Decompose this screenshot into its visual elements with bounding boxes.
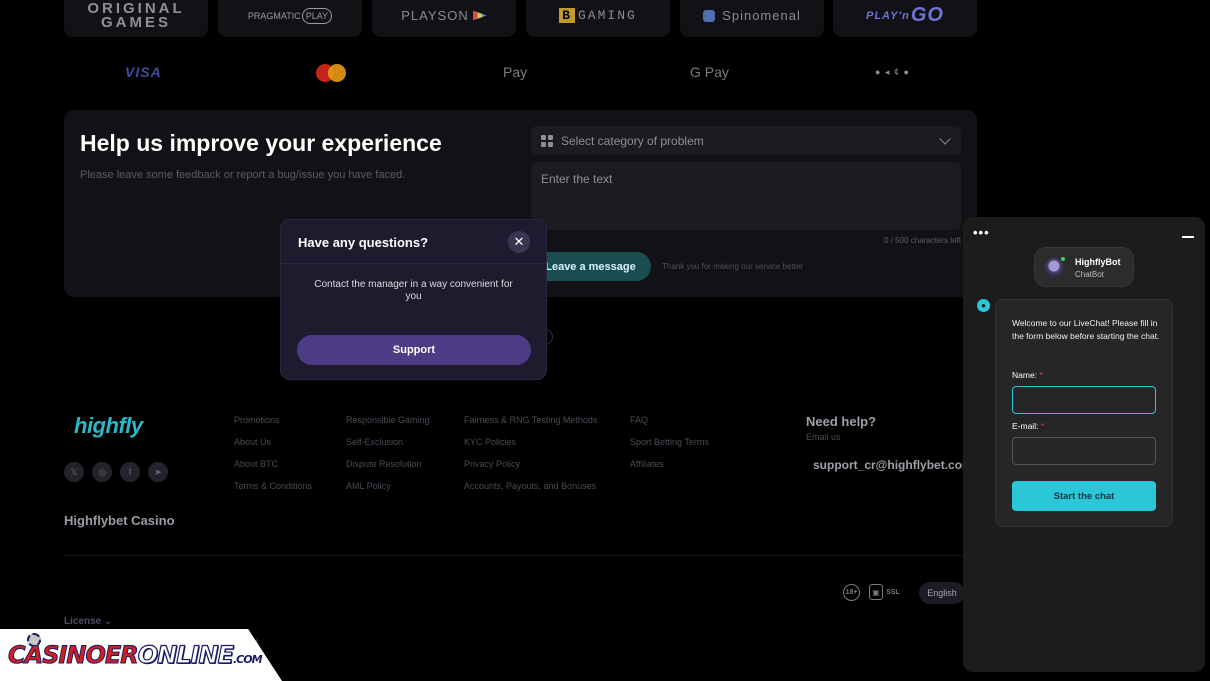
- license-toggle[interactable]: License ⌄: [64, 616, 112, 627]
- footer-column-1: Promotions About Us About BTC Terms & Co…: [234, 415, 312, 503]
- bot-name: HighflyBot: [1075, 257, 1121, 267]
- name-label: Name: *: [1012, 370, 1043, 380]
- casinoeronline-watermark: CASINOERONLINE.COM: [0, 629, 282, 681]
- footer-link[interactable]: Promotions: [234, 415, 312, 437]
- divider: [281, 263, 546, 264]
- x-twitter-icon[interactable]: 𝕏: [64, 462, 84, 482]
- google-pay-logo: G Pay: [690, 64, 729, 80]
- footer-link[interactable]: About Us: [234, 437, 312, 459]
- footer-link[interactable]: Responsible Gaming: [346, 415, 430, 437]
- footer-column-2: Responsible Gaming Self-Exclusion Disput…: [346, 415, 430, 503]
- provider-name: PLAY: [301, 7, 333, 24]
- provider-pragmatic[interactable]: PRAGMATIC PLAY: [218, 0, 362, 37]
- provider-name: GAMING: [578, 8, 637, 23]
- social-links: 𝕏 ◎ f ➤: [64, 462, 168, 482]
- modal-title: Have any questions?: [298, 235, 429, 250]
- footer-link[interactable]: Terms & Conditions: [234, 481, 312, 503]
- support-button[interactable]: Support: [297, 335, 531, 365]
- provider-playngo[interactable]: PLAY'n GO: [833, 0, 977, 37]
- provider-name: GAMES: [100, 13, 171, 31]
- feedback-thanks-text: Thank you for making our service better: [662, 262, 803, 271]
- provider-original-games[interactable]: ORIGINAL GAMES: [64, 0, 208, 37]
- feedback-textarea[interactable]: Enter the text: [531, 162, 961, 230]
- provider-name: PLAYSON: [401, 8, 469, 23]
- brand-name: Highflybet Casino: [64, 513, 175, 528]
- playson-logo-icon: [472, 10, 487, 21]
- facebook-icon[interactable]: f: [120, 462, 140, 482]
- welcome-message: Welcome to our LiveChat! Please fill in …: [1012, 318, 1160, 341]
- support-email: support_cr@highflybet.com: [813, 458, 964, 472]
- feedback-subtitle: Please leave some feedback or report a b…: [80, 169, 406, 181]
- mastercard-logo-icon: [316, 64, 346, 82]
- character-counter: 0 / 500 characters left: [884, 236, 961, 245]
- online-status-icon: [1060, 256, 1066, 262]
- prechat-form: Welcome to our LiveChat! Please fill in …: [995, 299, 1173, 527]
- age-restriction-badge: 18+: [843, 584, 860, 601]
- close-icon[interactable]: ✕: [508, 231, 530, 253]
- livechat-widget: ••• HighflyBot ChatBot ● Welcome to our …: [963, 217, 1205, 672]
- visa-logo: VISA: [125, 64, 162, 80]
- apple-pay-logo: Pay: [503, 64, 528, 80]
- highfly-logo[interactable]: highfly: [74, 413, 143, 439]
- ssl-label: SSL: [886, 588, 900, 596]
- provider-playson[interactable]: PLAYSON: [372, 0, 516, 37]
- modal-text: Contact the manager in a way convenient …: [314, 279, 513, 302]
- footer-column-3: Fairness & RNG Testing Methods KYC Polic…: [464, 415, 597, 503]
- footer-link[interactable]: FAQ: [630, 415, 709, 437]
- start-chat-button[interactable]: Start the chat: [1012, 481, 1156, 511]
- footer-divider: [64, 555, 964, 556]
- spinomenal-logo-icon: [703, 9, 716, 22]
- category-placeholder: Select category of problem: [561, 133, 704, 148]
- email-field[interactable]: [1012, 437, 1156, 465]
- bot-header: HighflyBot ChatBot: [1034, 247, 1134, 287]
- more-options-icon[interactable]: •••: [973, 225, 990, 240]
- ssl-badge: ▣ SSL: [869, 584, 900, 600]
- footer-link[interactable]: About BTC: [234, 459, 312, 481]
- language-selector[interactable]: English: [919, 582, 965, 604]
- bot-mini-avatar-icon: ●: [977, 299, 990, 312]
- leave-message-button[interactable]: Leave a message: [530, 252, 651, 281]
- feedback-title: Help us improve your experience: [80, 130, 442, 156]
- provider-name: Spinomenal: [722, 8, 801, 23]
- email-us-label: Email us: [806, 432, 841, 442]
- provider-name: B: [559, 8, 575, 23]
- chevron-down-icon: [939, 133, 951, 145]
- grid-icon: [541, 134, 553, 147]
- crypto-logos: ● ◂ ¢ ●: [875, 67, 910, 77]
- instagram-icon[interactable]: ◎: [92, 462, 112, 482]
- questions-modal: Have any questions? ✕ Contact the manage…: [280, 219, 547, 380]
- footer-link[interactable]: Sport Betting Terms: [630, 437, 709, 459]
- email-label: E-mail: *: [1012, 421, 1045, 431]
- footer-link[interactable]: Accounts, Payouts, and Bonuses: [464, 481, 597, 503]
- name-field[interactable]: [1012, 386, 1156, 414]
- footer-link[interactable]: Dispute Resolution: [346, 459, 430, 481]
- category-select[interactable]: Select category of problem: [531, 126, 961, 155]
- minimize-icon[interactable]: [1182, 236, 1194, 238]
- footer-link[interactable]: Fairness & RNG Testing Methods: [464, 415, 597, 437]
- provider-spinomenal[interactable]: Spinomenal: [680, 0, 824, 37]
- provider-bgaming[interactable]: B GAMING: [526, 0, 670, 37]
- support-email-link[interactable]: support_cr@highflybet.com: [806, 458, 964, 472]
- need-help-heading: Need help?: [806, 414, 877, 429]
- watermark-text: CASINOERONLINE.COM: [8, 640, 263, 669]
- provider-name: GO: [910, 4, 944, 26]
- footer-column-4: FAQ Sport Betting Terms Affiliates: [630, 415, 709, 481]
- footer-link[interactable]: Affiliates: [630, 459, 709, 481]
- lock-icon: ▣: [869, 584, 883, 600]
- footer-link[interactable]: Self-Exclusion: [346, 437, 430, 459]
- provider-name: PLAY'n: [866, 9, 910, 22]
- bot-role: ChatBot: [1075, 270, 1104, 279]
- telegram-icon[interactable]: ➤: [148, 462, 168, 482]
- footer-link[interactable]: Privacy Policy: [464, 459, 597, 481]
- footer-link[interactable]: KYC Policies: [464, 437, 597, 459]
- footer-link[interactable]: AML Policy: [346, 481, 430, 503]
- provider-name: PRAGMATIC: [247, 10, 301, 21]
